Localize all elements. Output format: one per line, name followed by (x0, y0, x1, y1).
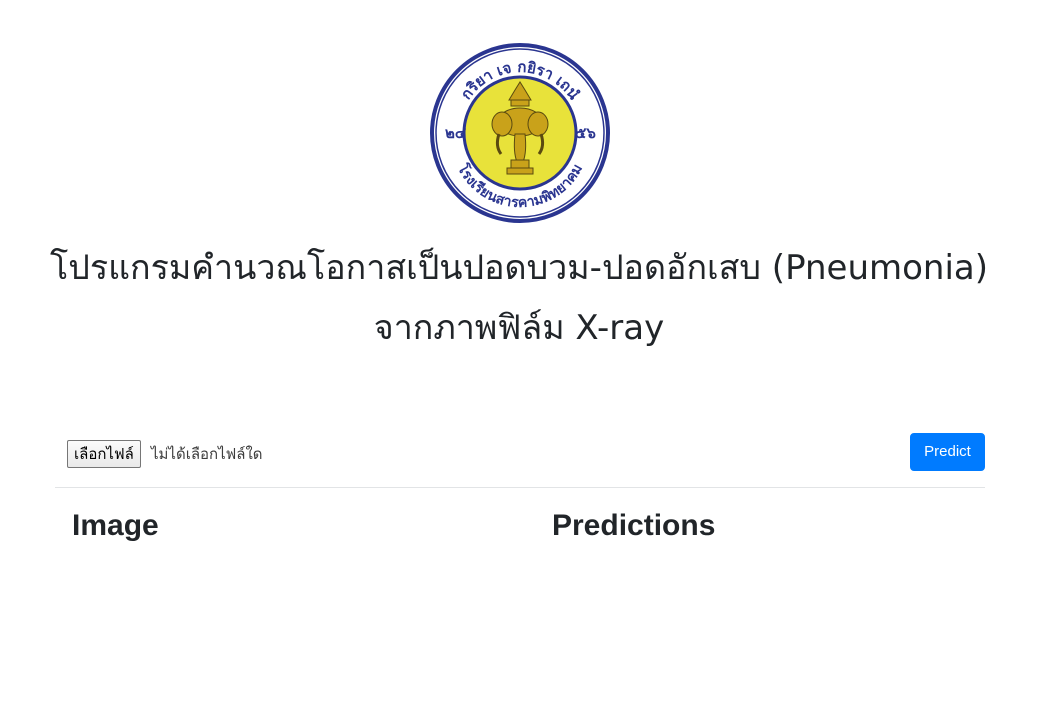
page-title-line-2: จากภาพฟิล์ม X-ray (373, 308, 665, 348)
page-title: โปรแกรมคำนวณโอกาสเป็นปอดบวม-ปอดอักเสบ (P… (0, 238, 1038, 358)
predictions-heading: Predictions (552, 509, 716, 542)
file-status-text: ไม่ได้เลือกไฟล์ใด (151, 445, 263, 463)
upload-form: เลือกไฟล์ ไม่ได้เลือกไฟล์ใด Predict (67, 432, 985, 472)
page: กริยา เจ กยิรา เถนํ โรงเรียนสารคามพิทยาค… (0, 0, 1038, 728)
divider (55, 487, 985, 488)
logo-left-numeral: ๒๔ (445, 124, 467, 142)
predict-button[interactable]: Predict (910, 433, 985, 471)
school-logo: กริยา เจ กยิรา เถนํ โรงเรียนสารคามพิทยาค… (430, 43, 610, 223)
page-title-line-1: โปรแกรมคำนวณโอกาสเป็นปอดบวม-ปอดอักเสบ (P… (49, 248, 989, 288)
choose-file-button[interactable]: เลือกไฟล์ (67, 440, 141, 468)
image-heading: Image (72, 509, 159, 542)
logo-right-numeral: ๕๖ (575, 124, 596, 142)
